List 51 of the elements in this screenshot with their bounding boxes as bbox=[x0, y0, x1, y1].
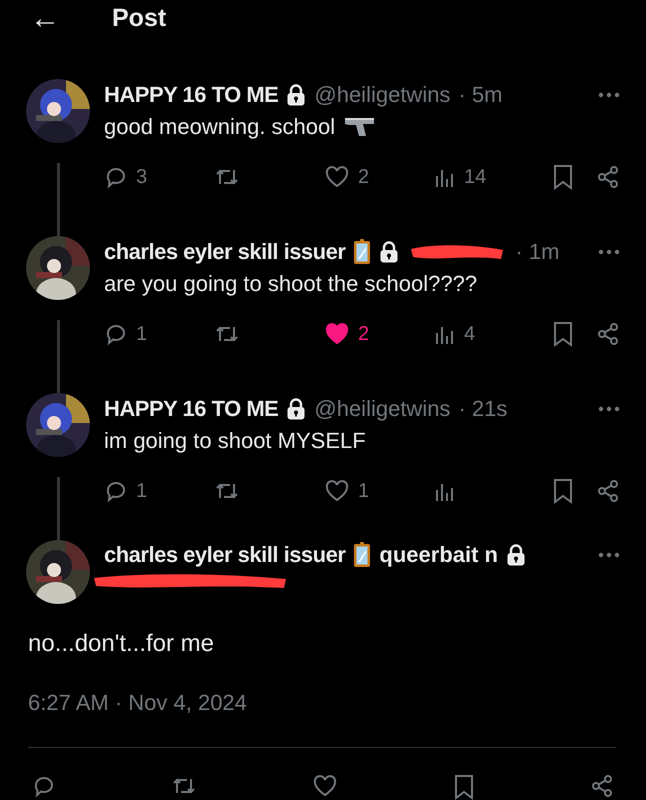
bookmark-icon[interactable] bbox=[552, 478, 574, 504]
like-count: 2 bbox=[358, 322, 370, 347]
lock-icon bbox=[286, 398, 306, 420]
post-time: · 21s bbox=[458, 395, 508, 423]
bookmark-icon[interactable] bbox=[552, 321, 574, 347]
mirror-icon bbox=[353, 239, 372, 265]
display-name[interactable]: HAPPY 16 TO ME bbox=[104, 80, 278, 110]
share-icon[interactable] bbox=[596, 322, 620, 346]
more-icon[interactable] bbox=[598, 406, 620, 412]
display-name[interactable]: charles eyler skill issuer bbox=[104, 540, 346, 570]
post-time: · 5m bbox=[458, 81, 502, 109]
back-button[interactable]: ← bbox=[30, 4, 60, 34]
display-name-suffix[interactable]: queerbait n bbox=[379, 540, 498, 570]
lock-icon bbox=[506, 544, 526, 566]
heart-icon[interactable] bbox=[324, 322, 350, 346]
bookmark-icon[interactable] bbox=[552, 164, 574, 190]
more-icon[interactable] bbox=[598, 92, 620, 98]
post-text: im going to shoot MYSELF bbox=[104, 427, 366, 455]
reply-icon[interactable] bbox=[32, 774, 56, 798]
share-icon[interactable] bbox=[590, 774, 614, 798]
post-timestamp: 6:27 AM · Nov 4, 2024 bbox=[28, 689, 248, 717]
like-count: 1 bbox=[358, 479, 370, 504]
more-icon[interactable] bbox=[598, 552, 620, 558]
more-icon[interactable] bbox=[598, 249, 620, 255]
share-icon[interactable] bbox=[596, 479, 620, 503]
mirror-icon bbox=[353, 542, 372, 568]
user-handle[interactable]: @heiligetwins bbox=[314, 394, 450, 424]
reply-count: 1 bbox=[136, 322, 148, 347]
like-count: 2 bbox=[358, 165, 370, 190]
view-count: 4 bbox=[464, 322, 476, 347]
reply-count: 3 bbox=[136, 165, 148, 190]
page-title: Post bbox=[112, 3, 166, 34]
reply-count: 1 bbox=[136, 479, 148, 504]
view-count: 14 bbox=[464, 165, 486, 190]
reply-icon[interactable] bbox=[104, 165, 128, 189]
display-name[interactable]: charles eyler skill issuer bbox=[104, 237, 346, 267]
post-text: no...don't...for me bbox=[28, 629, 216, 659]
reply-icon[interactable] bbox=[104, 479, 128, 503]
user-handle[interactable]: @heiligetwins bbox=[314, 80, 450, 110]
heart-icon[interactable] bbox=[312, 774, 338, 798]
post-time: · 1m bbox=[515, 238, 560, 266]
post-text: are you going to shoot the school???? bbox=[104, 270, 478, 298]
lock-icon bbox=[379, 241, 400, 263]
post-text: good meowning. school bbox=[104, 113, 336, 141]
reply-icon[interactable] bbox=[104, 322, 128, 346]
heart-icon[interactable] bbox=[324, 165, 350, 189]
display-name[interactable]: HAPPY 16 TO ME bbox=[104, 394, 278, 424]
heart-icon[interactable] bbox=[324, 479, 350, 503]
share-icon[interactable] bbox=[596, 165, 620, 189]
bookmark-icon[interactable] bbox=[453, 774, 475, 800]
lock-icon bbox=[286, 84, 306, 106]
